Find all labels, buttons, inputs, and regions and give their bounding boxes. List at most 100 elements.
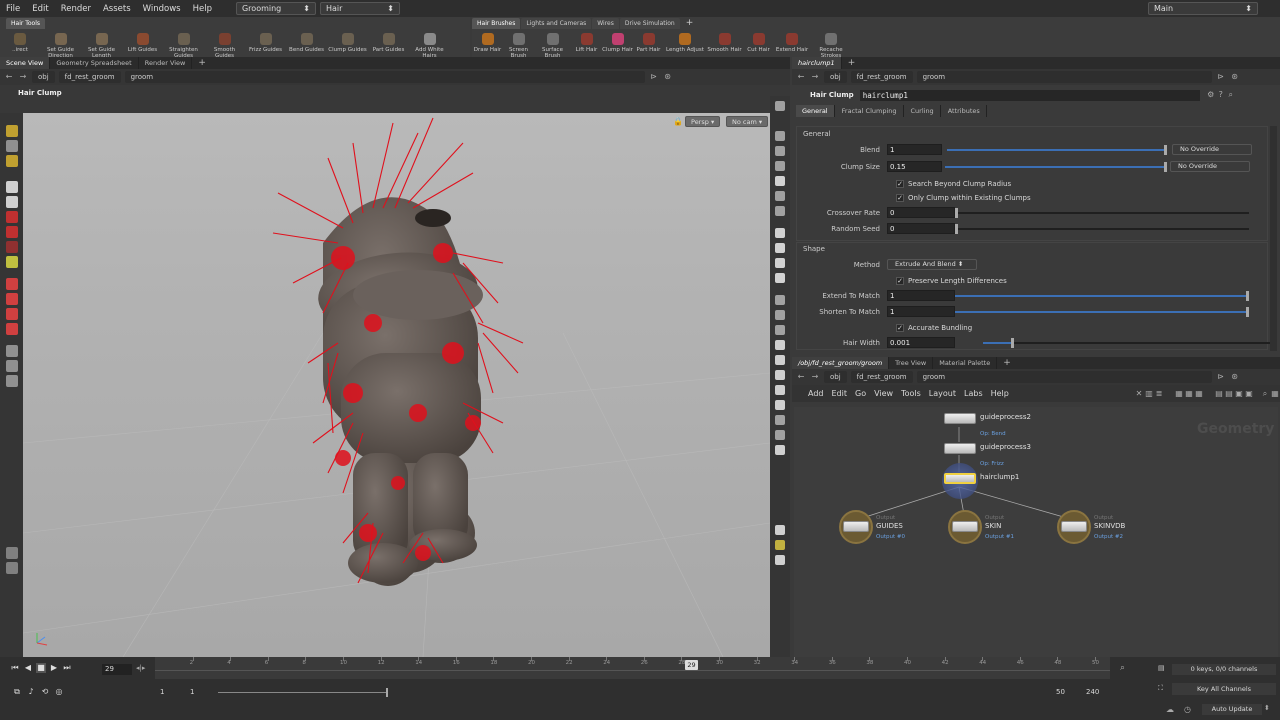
tool-cut-hair[interactable]: Cut Hair bbox=[743, 33, 774, 59]
grid-icon[interactable]: ▦ bbox=[1184, 389, 1194, 399]
point-icon[interactable] bbox=[775, 295, 785, 305]
magnet-icon[interactable] bbox=[5, 308, 18, 320]
clump-size-override-select[interactable]: No Override bbox=[1170, 161, 1250, 172]
stop-icon[interactable]: ■ bbox=[36, 663, 46, 673]
shelf-tab-hair-brushes[interactable]: Hair Brushes bbox=[472, 18, 521, 29]
add-shelf-icon[interactable]: + bbox=[681, 18, 699, 29]
play-reverse-icon[interactable]: ◀ bbox=[23, 663, 33, 673]
path-obj[interactable]: obj bbox=[824, 371, 847, 383]
jump-start-icon[interactable]: ⏮ bbox=[10, 663, 20, 673]
tool-lift-guides[interactable]: Lift Guides bbox=[122, 33, 163, 59]
snapshot-icon[interactable] bbox=[775, 525, 785, 535]
timeline-ruler[interactable]: 2 4 6 8 10 12 14 16 18 20 22 24 26 28 30 32 34 36 38 40 42 44… bbox=[155, 657, 1110, 679]
link-icon[interactable]: ⊛ bbox=[1230, 72, 1240, 82]
net-menu-tools[interactable]: Tools bbox=[897, 389, 925, 398]
tab-scene-view[interactable]: Scene View bbox=[0, 57, 51, 69]
net-menu-labs[interactable]: Labs bbox=[960, 389, 987, 398]
menu-edit[interactable]: Edit bbox=[26, 4, 54, 14]
layout-icon[interactable]: ▥ bbox=[1144, 389, 1154, 399]
start-frame-field-2[interactable]: 1 bbox=[190, 688, 194, 696]
normals-icon[interactable] bbox=[775, 385, 785, 395]
back-arrow-icon[interactable]: ← bbox=[796, 372, 806, 382]
clump-size-slider[interactable] bbox=[945, 161, 1167, 172]
range-slider-end-handle[interactable] bbox=[386, 688, 388, 697]
normals-icon[interactable] bbox=[775, 340, 785, 350]
end-frame-field[interactable]: 50 bbox=[1056, 688, 1065, 696]
playhead[interactable]: 29 bbox=[685, 660, 698, 670]
net-menu-add[interactable]: Add bbox=[804, 389, 828, 398]
blend-slider[interactable] bbox=[947, 144, 1167, 155]
clump-size-field[interactable]: 0.15 bbox=[887, 161, 942, 172]
menu-assets[interactable]: Assets bbox=[97, 4, 137, 14]
shading-icon[interactable] bbox=[775, 258, 785, 268]
crossover-slider[interactable] bbox=[955, 207, 1249, 218]
tool-lift-hair[interactable]: Lift Hair bbox=[571, 33, 602, 59]
tool-length-adjust[interactable]: Length Adjust bbox=[664, 33, 706, 59]
current-frame-field[interactable]: 29 bbox=[102, 664, 132, 675]
menu-render[interactable]: Render bbox=[55, 4, 97, 14]
snap-icon[interactable] bbox=[5, 360, 18, 372]
network-canvas[interactable]: Geometry guideprocess2 Op: Bend guidepro… bbox=[794, 407, 1278, 657]
text-icon[interactable] bbox=[775, 430, 785, 440]
audio-icon[interactable]: ♪ bbox=[26, 687, 36, 697]
tool-smooth-guides[interactable]: Smooth Guides bbox=[204, 33, 245, 59]
net-menu-layout[interactable]: Layout bbox=[925, 389, 960, 398]
arrow-icon[interactable] bbox=[5, 181, 18, 193]
end-frame-field-2[interactable]: 240 bbox=[1086, 688, 1099, 696]
shelf-tab-hair-tools[interactable]: Hair Tools bbox=[6, 18, 46, 29]
net-menu-view[interactable]: View bbox=[870, 389, 897, 398]
tab-network-path[interactable]: /obj/fd_rest_groom/groom bbox=[792, 357, 890, 369]
overview-icon[interactable]: ▦ bbox=[1270, 389, 1280, 399]
random-seed-field[interactable]: 0 bbox=[887, 223, 955, 234]
grid-icon[interactable]: ▦ bbox=[1174, 389, 1184, 399]
tool-clump-hair[interactable]: Clump Hair bbox=[602, 33, 633, 59]
display-icon[interactable] bbox=[775, 176, 785, 186]
node-guideprocess2[interactable] bbox=[944, 413, 976, 424]
jump-end-icon[interactable]: ⏭ bbox=[62, 663, 72, 673]
node-output-skinvdb[interactable] bbox=[1061, 521, 1087, 532]
viewport-3d[interactable]: 🔒 Persp ▾ No cam ▾ bbox=[23, 113, 770, 657]
only-clump-checkbox[interactable]: ✓ bbox=[896, 193, 904, 202]
display-icon[interactable] bbox=[775, 131, 785, 141]
point-icon[interactable] bbox=[775, 310, 785, 320]
node-output-skin[interactable] bbox=[952, 521, 978, 532]
tool-extend-hair[interactable]: Extend Hair bbox=[774, 33, 810, 59]
node-guideprocess3[interactable] bbox=[944, 443, 976, 454]
link-icon[interactable]: ⊛ bbox=[1230, 372, 1240, 382]
render-icon[interactable] bbox=[5, 562, 18, 574]
snap-icon[interactable] bbox=[5, 345, 18, 357]
net-menu-help[interactable]: Help bbox=[987, 389, 1013, 398]
shorten-slider[interactable] bbox=[955, 306, 1249, 317]
tool-set-guide-length[interactable]: Set Guide Length bbox=[81, 33, 122, 59]
param-scrollbar[interactable] bbox=[1270, 126, 1277, 351]
transform-icon[interactable] bbox=[5, 140, 18, 152]
tool-part-hair[interactable]: Part Hair bbox=[633, 33, 664, 59]
menu-help[interactable]: Help bbox=[187, 4, 218, 14]
list-icon[interactable]: ≣ bbox=[1154, 389, 1164, 399]
palette-icon[interactable]: ▣ bbox=[1244, 389, 1254, 399]
pin-icon[interactable]: ⊳ bbox=[1216, 72, 1226, 82]
wrench-icon[interactable]: ✕ bbox=[1134, 389, 1144, 399]
tab-curling[interactable]: Curling bbox=[905, 105, 941, 117]
guide-icon[interactable] bbox=[775, 445, 785, 455]
step-icons[interactable]: ◂|▸ bbox=[136, 664, 145, 672]
shading-icon[interactable] bbox=[775, 243, 785, 253]
path-groom[interactable]: groom bbox=[916, 371, 1212, 383]
channels-icon[interactable]: ▤ bbox=[1158, 664, 1165, 672]
shelf-tab-lights-cameras[interactable]: Lights and Cameras bbox=[521, 18, 592, 29]
tool-draw-hair[interactable]: Draw Hair bbox=[472, 33, 503, 59]
back-arrow-icon[interactable]: ← bbox=[796, 72, 806, 82]
lock-icon[interactable] bbox=[5, 196, 18, 208]
search-beyond-checkbox[interactable]: ✓ bbox=[896, 179, 904, 188]
net-menu-edit[interactable]: Edit bbox=[828, 389, 852, 398]
net-menu-go[interactable]: Go bbox=[851, 389, 870, 398]
tool-surface-brush[interactable]: Surface Brush bbox=[534, 33, 571, 59]
tool-straighten-guides[interactable]: Straighten Guides bbox=[163, 33, 204, 59]
select-icon[interactable] bbox=[5, 125, 18, 137]
shading-icon[interactable] bbox=[775, 273, 785, 283]
gear-icon[interactable]: ⚙ bbox=[1206, 90, 1216, 100]
menu-windows[interactable]: Windows bbox=[137, 4, 187, 14]
forward-arrow-icon[interactable]: → bbox=[18, 72, 28, 82]
paint-icon[interactable] bbox=[5, 226, 18, 238]
key-all-channels-button[interactable]: Key All Channels bbox=[1172, 683, 1276, 695]
